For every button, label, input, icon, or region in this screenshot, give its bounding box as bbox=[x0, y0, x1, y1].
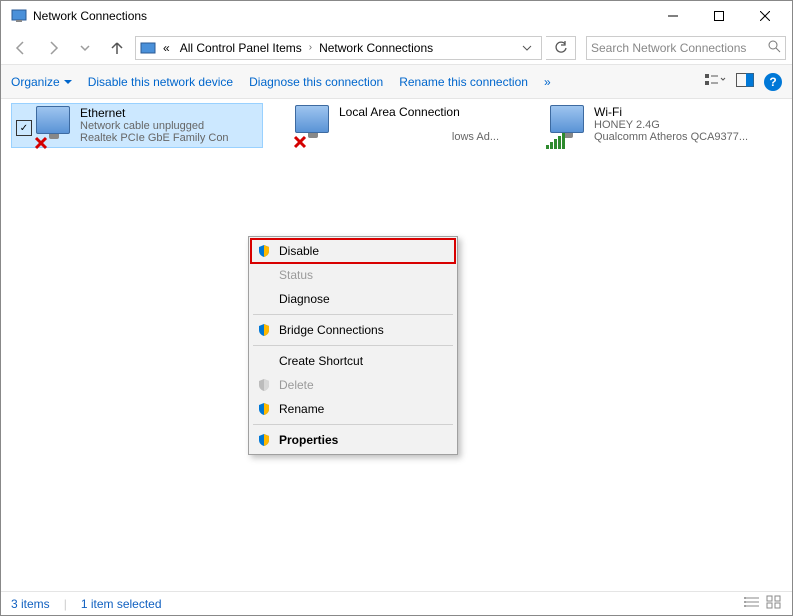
details-view-button[interactable] bbox=[744, 595, 760, 612]
connection-item-ethernet[interactable]: ✓ Ethernet Network cable unplugged Realt… bbox=[11, 103, 263, 148]
menu-separator bbox=[253, 345, 453, 346]
connection-adapter: lows Ad... bbox=[339, 131, 499, 143]
maximize-button[interactable] bbox=[696, 1, 742, 31]
organize-button[interactable]: Organize bbox=[11, 75, 72, 89]
error-overlay-icon bbox=[293, 135, 309, 151]
command-bar: Organize Disable this network device Dia… bbox=[1, 65, 792, 99]
back-button[interactable] bbox=[7, 34, 35, 62]
preview-pane-button[interactable] bbox=[736, 73, 754, 90]
minimize-button[interactable] bbox=[650, 1, 696, 31]
shield-icon bbox=[255, 431, 273, 449]
diagnose-button[interactable]: Diagnose this connection bbox=[249, 75, 383, 89]
location-icon bbox=[140, 40, 156, 56]
connection-item-wifi[interactable]: Wi-Fi HONEY 2.4G Qualcomm Atheros QCA937… bbox=[546, 103, 793, 148]
close-button[interactable] bbox=[742, 1, 788, 31]
shield-icon bbox=[255, 400, 273, 418]
rename-button[interactable]: Rename this connection bbox=[399, 75, 528, 89]
up-button[interactable] bbox=[103, 34, 131, 62]
breadcrumb-parent[interactable]: All Control Panel Items bbox=[177, 41, 305, 55]
menu-item-status: Status bbox=[251, 263, 455, 287]
shield-icon bbox=[255, 242, 273, 260]
adapter-icon bbox=[295, 105, 335, 145]
menu-item-delete: Delete bbox=[251, 373, 455, 397]
overflow-button[interactable]: » bbox=[544, 75, 551, 89]
menu-item-bridge[interactable]: Bridge Connections bbox=[251, 318, 455, 342]
search-placeholder: Search Network Connections bbox=[591, 41, 767, 55]
menu-item-create-shortcut[interactable]: Create Shortcut bbox=[251, 349, 455, 373]
shield-icon bbox=[255, 321, 273, 339]
view-options-button[interactable] bbox=[704, 72, 726, 91]
selection-count: 1 item selected bbox=[81, 597, 162, 611]
connection-status: HONEY 2.4G bbox=[594, 119, 748, 131]
menu-separator bbox=[253, 424, 453, 425]
disable-device-button[interactable]: Disable this network device bbox=[88, 75, 233, 89]
window-title: Network Connections bbox=[33, 9, 147, 23]
connection-adapter: Realtek PCIe GbE Family Con bbox=[80, 132, 229, 144]
breadcrumb-current[interactable]: Network Connections bbox=[316, 41, 436, 55]
adapter-icon bbox=[550, 105, 590, 145]
content-area[interactable]: ✓ Ethernet Network cable unplugged Realt… bbox=[1, 99, 792, 589]
recent-locations-button[interactable] bbox=[71, 34, 99, 62]
breadcrumb[interactable]: « All Control Panel Items › Network Conn… bbox=[135, 36, 542, 60]
title-bar: Network Connections bbox=[1, 1, 792, 31]
help-button[interactable]: ? bbox=[764, 73, 782, 91]
shield-icon bbox=[255, 376, 273, 394]
menu-item-diagnose[interactable]: Diagnose bbox=[251, 287, 455, 311]
refresh-button[interactable] bbox=[546, 36, 576, 60]
large-icons-view-button[interactable] bbox=[766, 595, 782, 612]
connection-adapter: Qualcomm Atheros QCA9377... bbox=[594, 131, 748, 143]
connection-name: Local Area Connection bbox=[339, 105, 499, 119]
item-count: 3 items bbox=[11, 597, 50, 611]
signal-overlay-icon bbox=[546, 133, 565, 149]
connection-name: Ethernet bbox=[80, 106, 229, 120]
menu-item-rename[interactable]: Rename bbox=[251, 397, 455, 421]
menu-item-properties[interactable]: Properties bbox=[251, 428, 455, 452]
checkbox[interactable]: ✓ bbox=[16, 120, 32, 136]
adapter-icon bbox=[36, 106, 76, 146]
status-bar: 3 items | 1 item selected bbox=[1, 591, 792, 615]
connection-status: Network cable unplugged bbox=[80, 120, 229, 132]
menu-separator bbox=[253, 314, 453, 315]
connection-name: Wi-Fi bbox=[594, 105, 748, 119]
context-menu: Disable Status Diagnose Bridge Connectio… bbox=[248, 236, 458, 455]
forward-button[interactable] bbox=[39, 34, 67, 62]
search-input[interactable]: Search Network Connections bbox=[586, 36, 786, 60]
menu-item-disable[interactable]: Disable bbox=[251, 239, 455, 263]
chevron-right-icon[interactable]: › bbox=[309, 42, 312, 53]
search-icon bbox=[767, 39, 781, 56]
app-icon bbox=[11, 8, 27, 24]
connection-item-local-area[interactable]: Local Area Connection Network cable unpl… bbox=[291, 103, 543, 148]
breadcrumb-prefix[interactable]: « bbox=[160, 41, 173, 55]
error-overlay-icon bbox=[34, 136, 50, 152]
address-bar: « All Control Panel Items › Network Conn… bbox=[1, 31, 792, 65]
address-dropdown-button[interactable] bbox=[515, 37, 537, 59]
